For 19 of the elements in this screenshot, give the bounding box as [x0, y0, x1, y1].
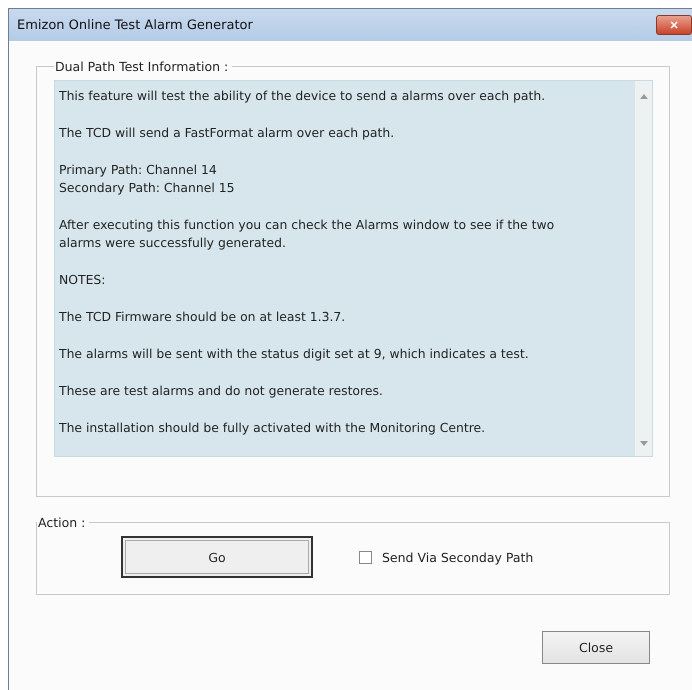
group-label: Action : — [37, 515, 86, 530]
checkbox-label[interactable]: Send Via Seconday Path — [382, 550, 534, 564]
info-paragraph: This feature will test the ability of the device to send a alarms over each path. — [59, 87, 546, 105]
info-paragraph: These are test alarms and do not generate restores. — [59, 382, 384, 400]
scroll-bar[interactable] — [635, 81, 652, 456]
group-label: Dual Path Test Information : — [54, 59, 230, 74]
info-paragraph: NOTES: — [59, 271, 106, 289]
window-title: Emizon Online Test Alarm Generator — [17, 18, 253, 32]
go-button[interactable]: Go — [121, 536, 313, 578]
info-paragraph: The TCD Firmware should be on at least 1.3.7. — [59, 308, 346, 326]
close-button[interactable]: Close — [542, 631, 650, 664]
info-paragraph: Primary Path: Channel 14 Secondary Path: Channel 15 — [59, 161, 236, 197]
info-paragraph: The installation should be fully activated with the Monitoring Centre. — [59, 419, 486, 437]
scroll-up-icon[interactable] — [640, 94, 648, 99]
scroll-down-icon[interactable] — [640, 441, 648, 446]
info-paragraph: After executing this function you can check the Alarms window to see if the two alarms were successfully generated. — [59, 216, 556, 252]
checkbox[interactable] — [359, 550, 372, 564]
info-paragraph: The alarms will be sent with the status digit set at 9, which indicates a test. — [59, 345, 530, 363]
info-paragraph: The TCD will send a FastFormat alarm over each path. — [59, 124, 396, 142]
